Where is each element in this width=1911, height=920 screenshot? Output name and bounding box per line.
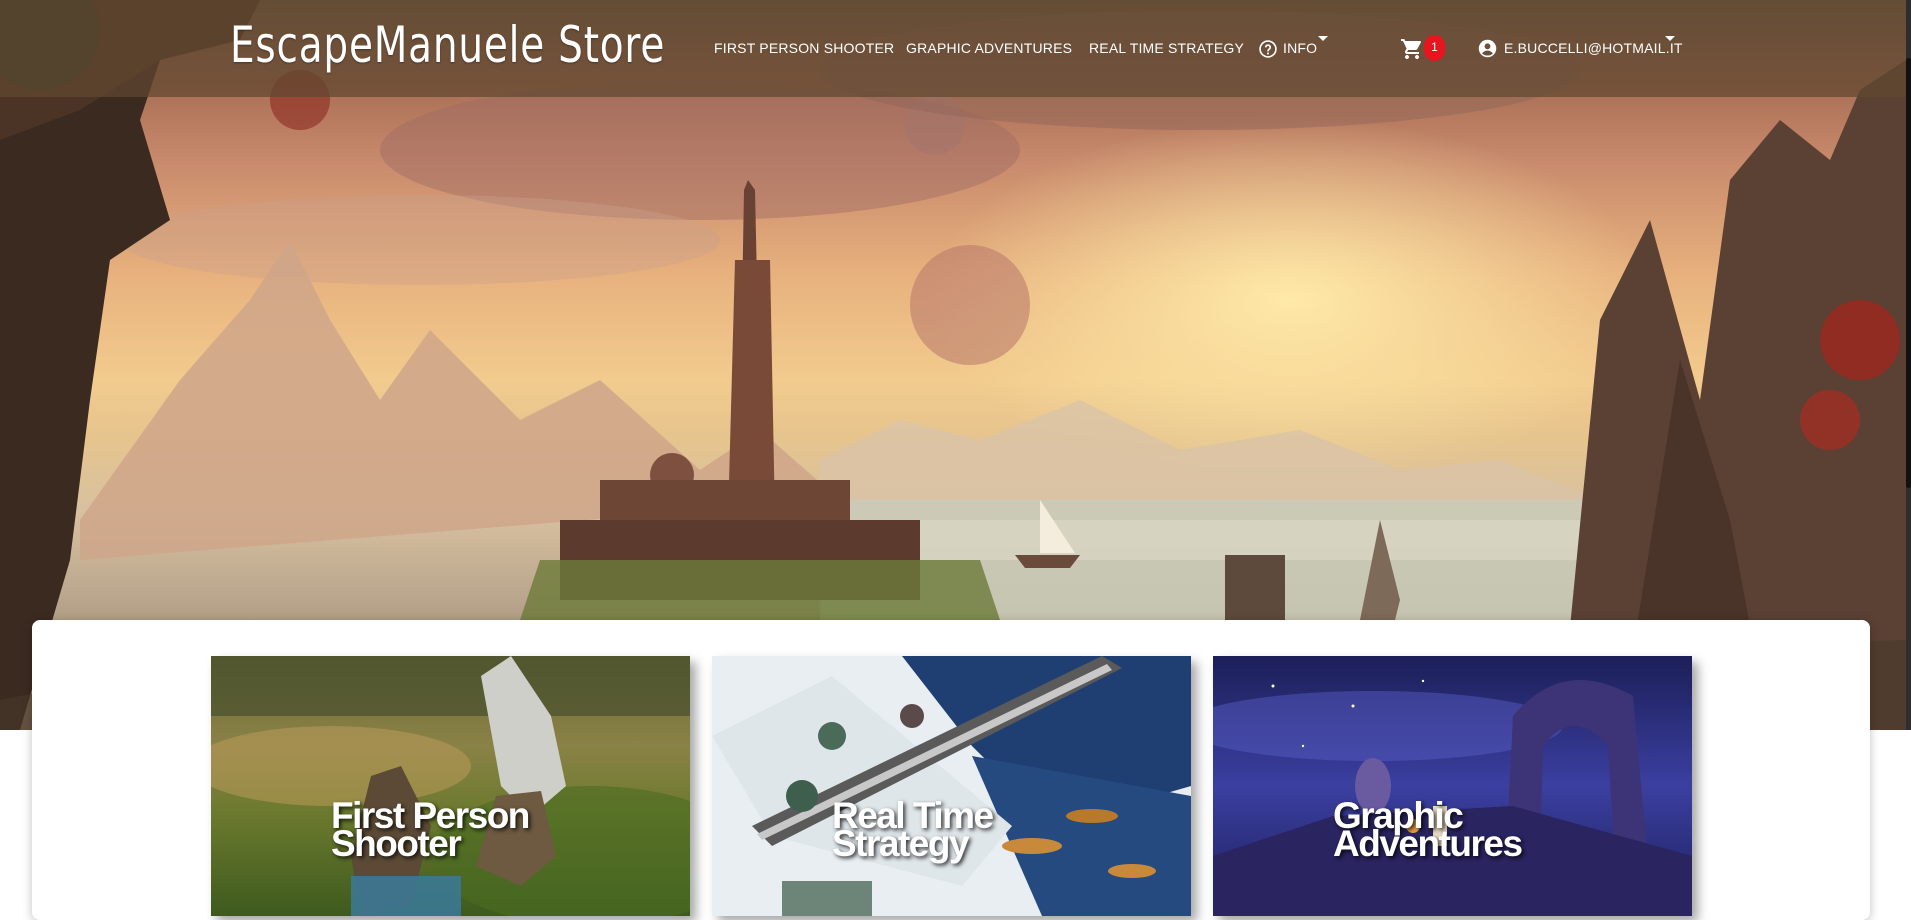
top-navbar: EscapeManuele Store FIRST PERSON SHOOTER… (0, 0, 1906, 97)
category-title-adventures: Graphic Adventures (1333, 797, 1593, 864)
shopping-cart-icon[interactable] (1400, 37, 1424, 61)
category-card-real-time-strategy[interactable]: Real Time Strategy (712, 656, 1191, 916)
cart-count-badge[interactable]: 1 (1424, 35, 1445, 61)
category-title-line: Adventures (1333, 823, 1523, 864)
nav-graphic-adventures[interactable]: GRAPHIC ADVENTURES (906, 40, 1072, 56)
nav-first-person-shooter[interactable]: FIRST PERSON SHOOTER (714, 40, 894, 56)
category-title-rts: Real Time Strategy (832, 797, 1092, 864)
category-card-graphic-adventures[interactable]: Graphic Adventures (1213, 656, 1692, 916)
rts-cover-image (712, 656, 1191, 916)
adventures-cover-image (1213, 656, 1692, 916)
nav-account[interactable]: E.BUCCELLI@HOTMAIL.IT (1504, 40, 1683, 56)
fps-cover-image (211, 656, 690, 916)
help-circle-icon[interactable] (1258, 39, 1278, 59)
account-dropdown-caret-icon[interactable] (1665, 36, 1675, 41)
nav-real-time-strategy[interactable]: REAL TIME STRATEGY (1089, 40, 1244, 56)
info-dropdown-caret-icon[interactable] (1318, 36, 1328, 41)
category-title-line: Strategy (832, 823, 970, 864)
category-title-fps: First Person Shooter (331, 797, 591, 862)
nav-info[interactable]: INFO (1283, 40, 1317, 56)
category-card-first-person-shooter[interactable]: First Person Shooter (211, 656, 690, 916)
brand-logo[interactable]: EscapeManuele Store (230, 16, 665, 74)
scrollbar-thumb[interactable] (1906, 58, 1911, 488)
account-circle-icon[interactable] (1477, 38, 1498, 59)
